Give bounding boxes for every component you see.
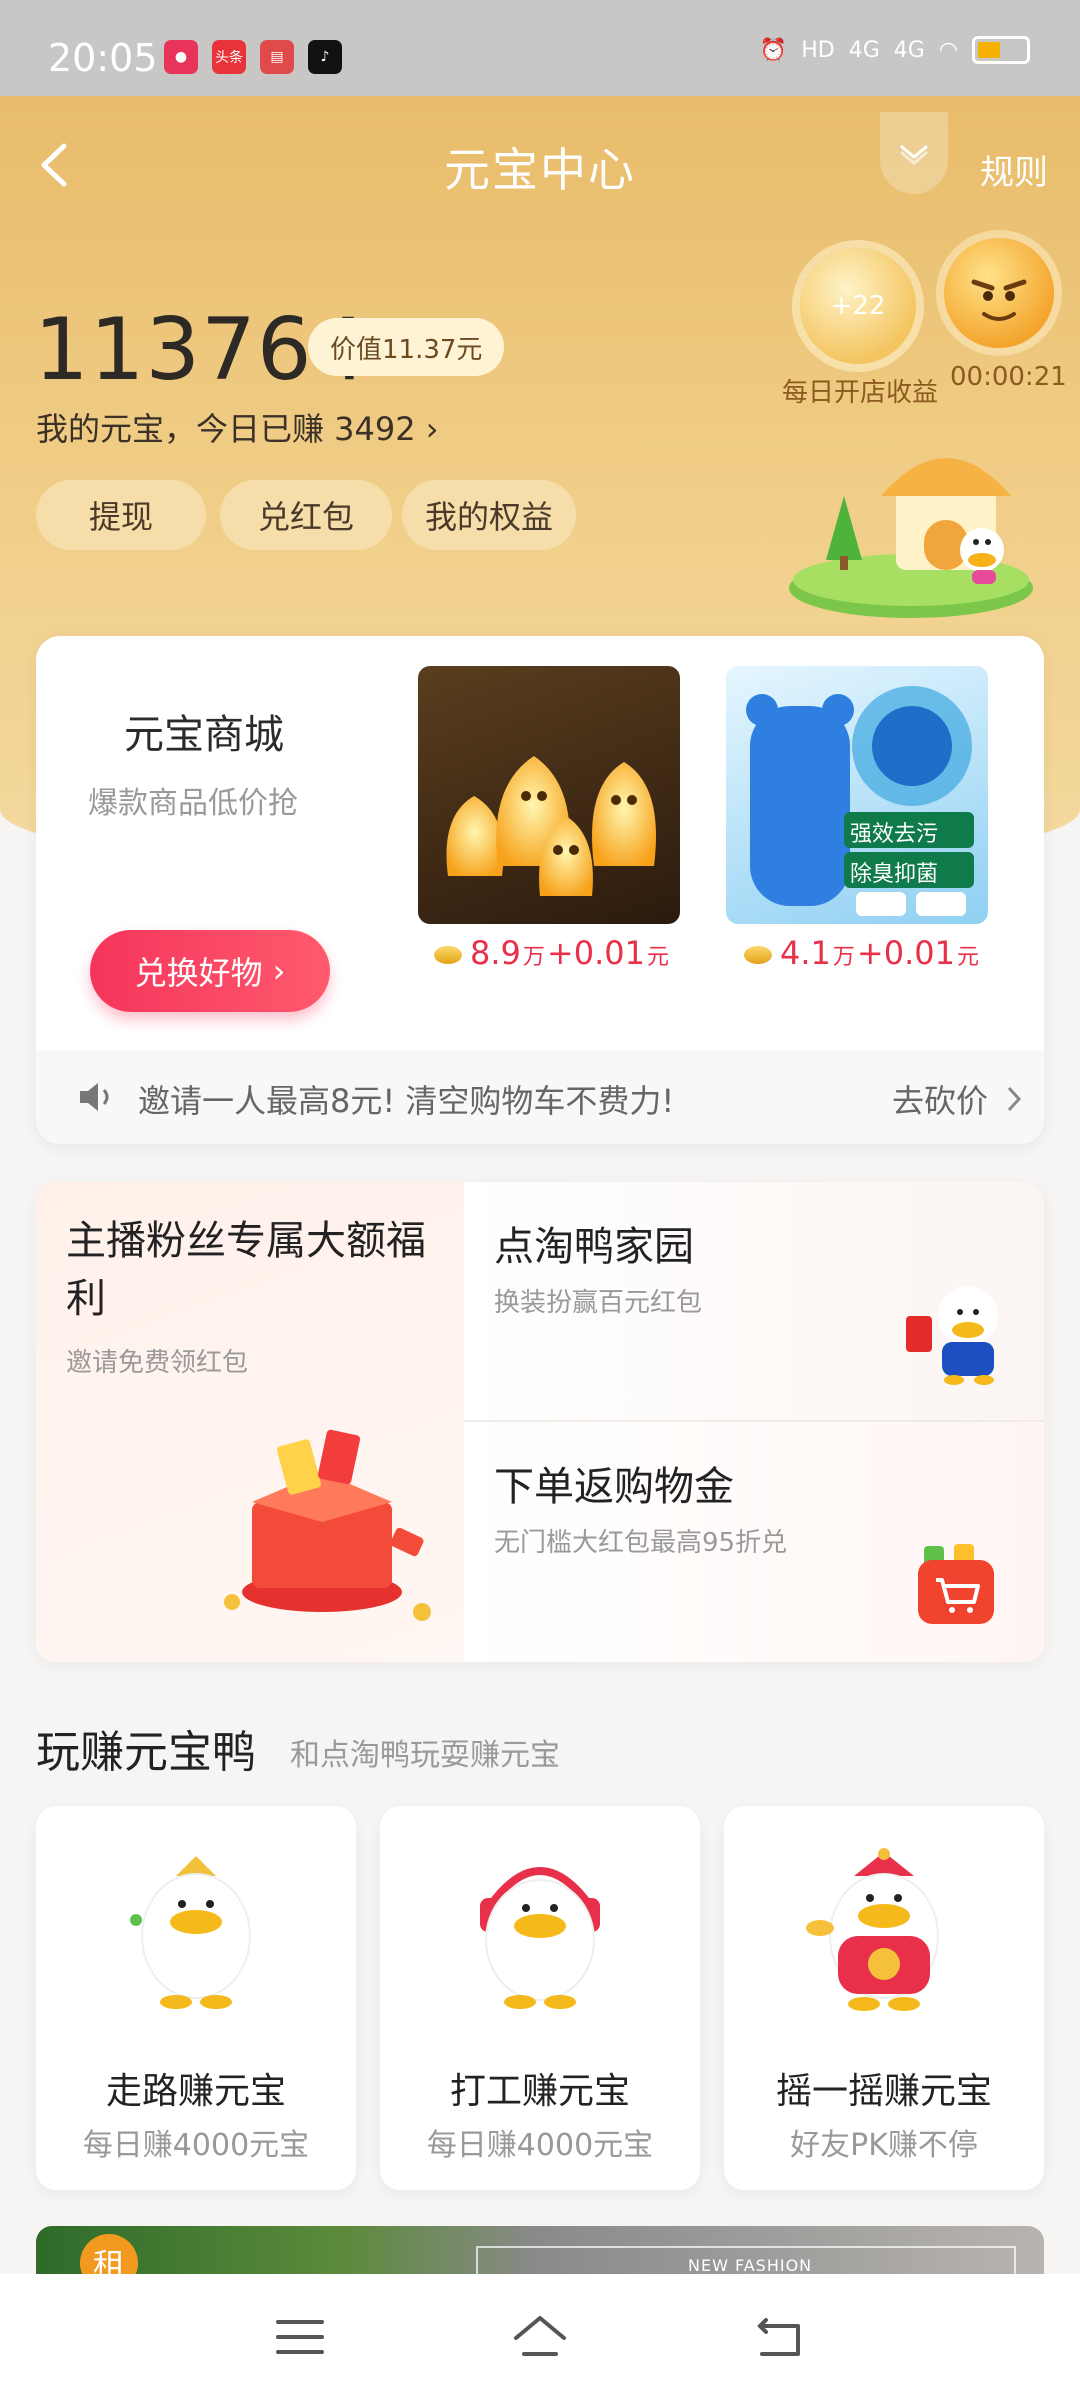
price-extra: +0.01	[546, 934, 645, 972]
price-unit: 万	[832, 945, 855, 970]
gift-box-illustration	[224, 1429, 431, 1621]
yuanbao-mall-card: 元宝商城 爆款商品低价抢 兑换好物 › 8.9 万 +0.01 元 强效去污 除…	[36, 636, 1044, 1144]
status-bar: 20:05 ● 头条 ▤ ♪ ⏰ HD 4G 4G ◠	[0, 0, 1080, 96]
alarm-icon: ⏰	[759, 37, 788, 63]
chevron-right-icon	[1007, 1086, 1022, 1112]
duck-face-icon[interactable]	[944, 238, 1054, 348]
speaker-icon	[80, 1083, 109, 1111]
work-earn-card[interactable]: 打工赚元宝 每日赚4000元宝	[380, 1806, 700, 2190]
work-earn-subtitle: 每日赚4000元宝	[426, 2128, 654, 2163]
duck-house-illustration[interactable]	[786, 410, 1036, 620]
duck-home-tile[interactable]: 点淘鸭家园 换装扮赢百元红包	[464, 1182, 1044, 1422]
my-benefits-button[interactable]: 我的权益	[402, 480, 576, 550]
order-cashback-subtitle: 无门槛大红包最高95折兑	[494, 1528, 788, 1558]
wifi-icon: ◠	[938, 37, 958, 63]
home-icon[interactable]	[512, 2312, 568, 2362]
product-image-ghost-lights[interactable]	[418, 666, 680, 924]
fan-benefits-title: 主播粉丝专属大额福利	[66, 1218, 426, 1322]
work-earn-title: 打工赚元宝	[449, 2071, 630, 2112]
product-price-2: 4.1 万 +0.01 元	[744, 934, 979, 972]
duck-home-title: 点淘鸭家园	[494, 1224, 694, 1270]
signal-icon: 4G	[893, 37, 925, 63]
duck-walking-icon	[130, 1856, 251, 2009]
promo-grid: 主播粉丝专属大额福利 邀请免费领红包 点淘鸭家园 换装扮赢百元红包 下单返购物金…	[36, 1182, 1044, 1662]
games-section-subtitle: 和点淘鸭玩耍赚元宝	[290, 1738, 560, 1773]
price-unit: 万	[522, 945, 545, 970]
back-nav-icon[interactable]	[752, 2312, 808, 2362]
duck-home-subtitle: 换装扮赢百元红包	[494, 1288, 703, 1318]
shop-income-amount: +22	[830, 291, 886, 321]
mall-title: 元宝商城	[124, 712, 284, 758]
walk-earn-title: 走路赚元宝	[105, 2071, 286, 2112]
shopping-cart-icon	[918, 1544, 994, 1624]
hd-badge: HD	[801, 37, 835, 63]
countdown-timer: 00:00:21	[950, 362, 1067, 392]
order-cashback-title: 下单返购物金	[494, 1464, 734, 1510]
duck-headphones-icon	[480, 1867, 600, 2009]
toutiao-icon: 头条	[212, 40, 246, 74]
rules-link[interactable]: 规则	[980, 145, 1048, 194]
product-tag-2: 除臭抑菌	[850, 862, 939, 887]
shake-earn-subtitle: 好友PK赚不停	[790, 2128, 978, 2163]
status-time: 20:05	[48, 36, 158, 80]
shop-income-label: 每日开店收益	[782, 378, 939, 408]
earned-today-text: 我的元宝，今日已赚 3492	[36, 410, 416, 448]
fan-benefits-card[interactable]: 主播粉丝专属大额福利 邀请免费领红包	[36, 1182, 464, 1662]
card-icon: ▤	[260, 40, 294, 74]
duck-mascot-icon	[906, 1286, 998, 1385]
earned-today-link[interactable]: 我的元宝，今日已赚 3492 ›	[36, 404, 439, 450]
announcement-bar[interactable]: 邀请一人最高8元! 清空购物车不费力! 去砍价	[36, 1050, 1044, 1144]
status-app-icons: ● 头条 ▤ ♪	[164, 40, 342, 74]
chevron-down-icon	[900, 145, 928, 165]
shop-income-coin[interactable]: +22	[800, 248, 916, 364]
signal-icon: 4G	[848, 37, 880, 63]
price-extra: +0.01	[856, 934, 955, 972]
price-value: 4.1	[780, 934, 831, 972]
chevron-right-icon: ›	[425, 410, 439, 448]
app-icon: ●	[164, 40, 198, 74]
chevron-right-icon: ›	[272, 952, 286, 990]
exchange-goods-label: 兑换好物	[134, 954, 263, 992]
exchange-goods-button[interactable]: 兑换好物 ›	[90, 930, 330, 1012]
walk-earn-card[interactable]: 走路赚元宝 每日赚4000元宝	[36, 1806, 356, 2190]
announcement-text: 邀请一人最高8元! 清空购物车不费力!	[138, 1082, 675, 1120]
banner-text: NEW FASHION	[688, 2256, 813, 2275]
coin-icon	[434, 946, 462, 964]
value-badge: 价值11.37元	[308, 318, 505, 376]
system-navigation-bar	[0, 2274, 1080, 2400]
fan-benefits-subtitle: 邀请免费领红包	[66, 1348, 249, 1378]
bargain-link[interactable]: 去砍价	[892, 1076, 988, 1122]
shake-earn-title: 摇一摇赚元宝	[775, 2071, 992, 2112]
shake-earn-card[interactable]: 摇一摇赚元宝 好友PK赚不停	[724, 1806, 1044, 2190]
product-price-1: 8.9 万 +0.01 元	[434, 934, 669, 972]
price-value: 8.9	[470, 934, 521, 972]
menu-icon[interactable]	[272, 2312, 328, 2362]
product-image-toilet-cleaner[interactable]: 强效去污 除臭抑菌	[726, 666, 988, 924]
coin-icon	[744, 946, 772, 964]
withdraw-button[interactable]: 提现	[36, 480, 206, 550]
order-cashback-tile[interactable]: 下单返购物金 无门槛大红包最高95折兑	[464, 1422, 1044, 1662]
product-tag-1: 强效去污	[850, 822, 939, 847]
price-currency: 元	[956, 945, 979, 970]
battery-icon	[972, 36, 1030, 64]
dropdown-toggle[interactable]	[880, 112, 948, 194]
price-currency: 元	[646, 945, 669, 970]
walk-earn-subtitle: 每日赚4000元宝	[82, 2128, 310, 2163]
redeem-redpacket-button[interactable]: 兑红包	[220, 480, 392, 550]
status-indicators: ⏰ HD 4G 4G ◠	[760, 36, 1030, 64]
tiktok-icon: ♪	[308, 40, 342, 74]
duck-fortune-icon	[806, 1848, 939, 2011]
mall-subtitle: 爆款商品低价抢	[88, 786, 298, 821]
games-section-title: 玩赚元宝鸭	[36, 1727, 256, 1778]
